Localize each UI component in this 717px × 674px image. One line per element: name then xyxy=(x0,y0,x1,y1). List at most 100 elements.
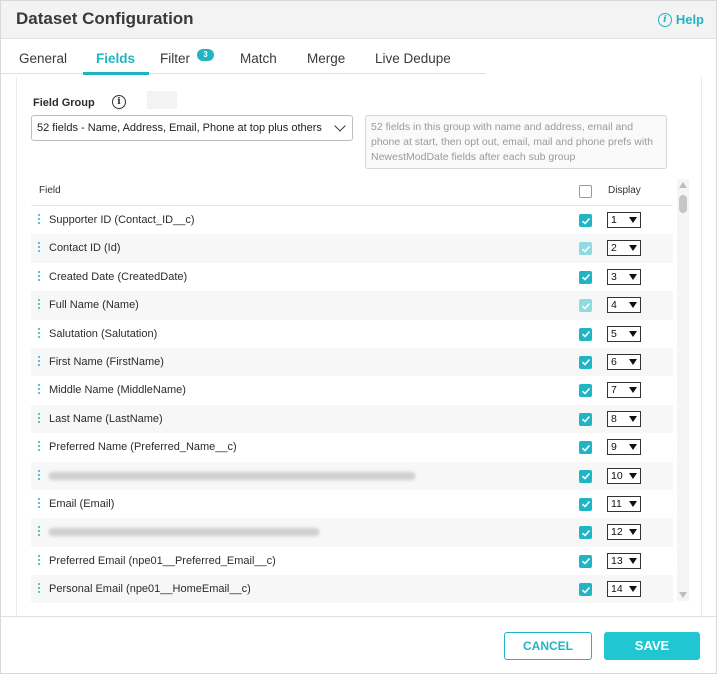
drag-handle-icon[interactable] xyxy=(38,242,40,253)
display-order-select[interactable]: 2 xyxy=(607,240,641,257)
column-header-display: Display xyxy=(608,185,641,196)
display-order-value: 3 xyxy=(611,270,617,283)
drag-handle-icon[interactable] xyxy=(38,554,40,566)
checkmark-icon xyxy=(581,359,590,367)
select-all-checkbox[interactable] xyxy=(579,185,592,198)
drag-handle-icon[interactable] xyxy=(38,355,40,367)
field-include-checkbox[interactable] xyxy=(579,270,592,284)
table-row[interactable]: Personal Email (npe01__HomeEmail__c) 14 xyxy=(31,575,673,604)
tab-live-dedupe[interactable]: Live Dedupe xyxy=(375,51,451,66)
display-order-value: 2 xyxy=(611,242,617,255)
drag-handle-icon[interactable] xyxy=(38,412,40,424)
table-row[interactable]: Supporter ID (Contact_ID__c) 1 xyxy=(31,206,673,234)
checkmark-icon xyxy=(581,245,590,253)
field-include-checkbox[interactable] xyxy=(579,583,592,597)
display-order-value: 11 xyxy=(611,497,622,510)
field-include-checkbox[interactable] xyxy=(579,526,592,540)
display-order-value: 13 xyxy=(611,554,623,567)
dropdown-arrow-icon xyxy=(629,444,637,451)
display-order-select[interactable]: 1 xyxy=(607,212,641,228)
field-include-checkbox[interactable] xyxy=(579,242,592,256)
scroll-up-icon[interactable] xyxy=(679,182,687,188)
display-order-select[interactable]: 11 xyxy=(607,495,641,512)
help-link[interactable]: i Help xyxy=(657,12,704,27)
display-order-value: 8 xyxy=(611,412,617,425)
table-row[interactable]: Preferred Name (Preferred_Name__c) 9 xyxy=(31,433,673,461)
display-order-select[interactable]: 6 xyxy=(607,353,641,370)
dataset-configuration-dialog: Dataset Configuration i Help General Fie… xyxy=(0,0,717,674)
display-order-select[interactable]: 4 xyxy=(607,297,641,314)
column-header-field: Field xyxy=(39,185,61,196)
display-order-select[interactable]: 9 xyxy=(607,439,641,456)
tab-merge[interactable]: Merge xyxy=(307,51,345,66)
drag-handle-icon[interactable] xyxy=(38,526,40,537)
display-order-value: 5 xyxy=(611,327,617,340)
table-row[interactable]: Created Date (CreatedDate) 3 xyxy=(31,263,673,291)
field-include-checkbox[interactable] xyxy=(579,299,592,313)
display-order-select[interactable]: 13 xyxy=(607,552,641,569)
field-include-checkbox[interactable] xyxy=(579,497,592,511)
checkmark-icon xyxy=(581,558,590,565)
display-order-select[interactable]: 3 xyxy=(607,268,641,285)
field-include-checkbox[interactable] xyxy=(579,384,592,398)
table-scrollbar[interactable] xyxy=(677,179,689,601)
drag-handle-icon[interactable] xyxy=(38,497,40,509)
field-include-checkbox[interactable] xyxy=(579,355,592,369)
tab-fields[interactable]: Fields xyxy=(96,51,135,66)
table-row[interactable]: Preferred Email (npe01__Preferred_Email_… xyxy=(31,547,673,575)
field-include-checkbox[interactable] xyxy=(579,554,592,568)
redacted-field-label xyxy=(49,471,415,480)
scroll-down-icon[interactable] xyxy=(679,592,687,598)
fields-table-body: Supporter ID (Contact_ID__c) 1 Contact ID … xyxy=(31,206,673,604)
display-order-value: 9 xyxy=(611,441,617,454)
field-include-checkbox[interactable] xyxy=(579,412,592,426)
display-order-select[interactable]: 14 xyxy=(607,581,641,598)
drag-handle-icon[interactable] xyxy=(38,270,40,282)
table-row[interactable]: Email (Email) 11 xyxy=(31,490,673,518)
field-label: Personal Email (npe01__HomeEmail__c) xyxy=(49,583,251,596)
checkmark-icon xyxy=(581,472,590,480)
drag-handle-icon[interactable] xyxy=(38,583,40,594)
field-group-select[interactable]: 52 fields - Name, Address, Email, Phone … xyxy=(31,115,353,141)
display-order-select[interactable]: 10 xyxy=(607,467,641,484)
tab-general[interactable]: General xyxy=(19,51,67,66)
drag-handle-icon[interactable] xyxy=(38,214,40,225)
display-order-select[interactable]: 5 xyxy=(607,325,641,342)
table-row[interactable]: Salutation (Salutation) 5 xyxy=(31,320,673,348)
dropdown-arrow-icon xyxy=(629,472,637,479)
field-include-checkbox[interactable] xyxy=(579,469,592,483)
display-order-select[interactable]: 12 xyxy=(607,524,641,541)
display-order-value: 7 xyxy=(611,384,617,397)
table-row[interactable]: Middle Name (MiddleName) 7 xyxy=(31,376,673,404)
table-row[interactable]: 12 xyxy=(31,518,673,547)
table-row[interactable]: Contact ID (Id) 2 xyxy=(31,234,673,263)
display-order-value: 14 xyxy=(611,583,623,596)
drag-handle-icon[interactable] xyxy=(38,327,40,339)
dialog-header: Dataset Configuration i Help xyxy=(1,1,716,39)
table-row[interactable]: Full Name (Name) 4 xyxy=(31,291,673,320)
save-button[interactable]: SAVE xyxy=(604,632,700,660)
field-group-label: Field Group xyxy=(33,97,95,109)
dropdown-arrow-icon xyxy=(629,330,637,337)
info-icon[interactable]: i xyxy=(112,95,126,109)
display-order-select[interactable]: 8 xyxy=(607,410,641,427)
field-label: Supporter ID (Contact_ID__c) xyxy=(49,214,195,226)
tab-match[interactable]: Match xyxy=(240,51,277,66)
display-order-select[interactable]: 7 xyxy=(607,382,641,399)
field-group-description: 52 fields in this group with name and ad… xyxy=(365,115,667,169)
drag-handle-icon[interactable] xyxy=(38,384,40,395)
dropdown-arrow-icon xyxy=(629,358,637,365)
field-include-checkbox[interactable] xyxy=(579,327,592,341)
field-include-checkbox[interactable] xyxy=(579,441,592,455)
tab-filter[interactable]: Filter xyxy=(160,51,190,66)
cancel-button[interactable]: CANCEL xyxy=(504,632,592,660)
field-include-checkbox[interactable] xyxy=(579,214,592,227)
scrollbar-thumb[interactable] xyxy=(679,195,687,213)
drag-handle-icon[interactable] xyxy=(38,299,40,310)
drag-handle-icon[interactable] xyxy=(38,441,40,452)
table-row[interactable]: 10 xyxy=(31,461,673,490)
table-row[interactable]: Last Name (LastName) 8 xyxy=(31,404,673,434)
drag-handle-icon[interactable] xyxy=(38,469,40,481)
checkmark-icon xyxy=(581,387,590,395)
table-row[interactable]: First Name (FirstName) 6 xyxy=(31,347,673,377)
